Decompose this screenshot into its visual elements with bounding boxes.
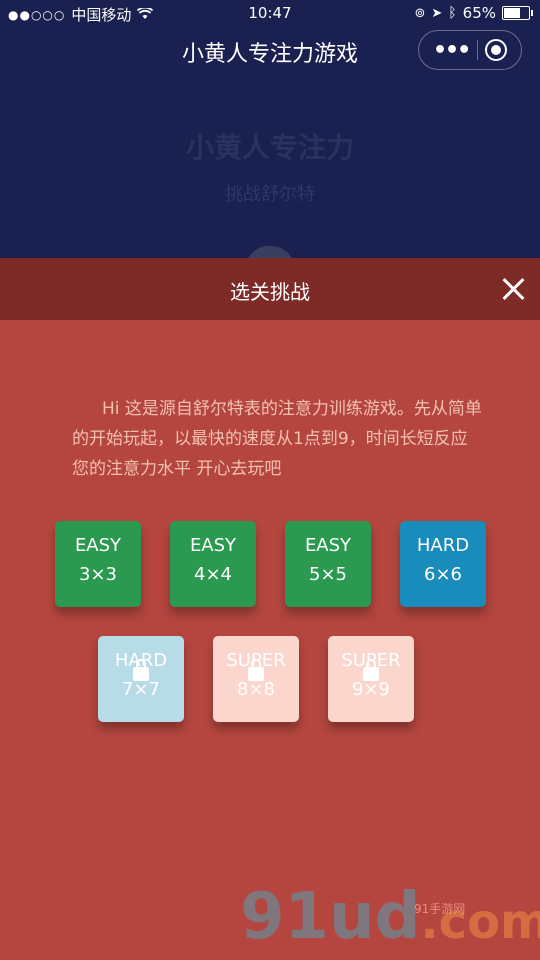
watermark-small-text: 91手游网 [414, 902, 466, 916]
battery-percent: 65% [462, 4, 496, 22]
modal-header: 选关挑战 [0, 258, 540, 320]
rotation-lock-icon: ⊚ [414, 5, 426, 21]
level-tile-super-8x8-locked[interactable]: SUPER 8×8 [213, 636, 299, 722]
lock-icon [133, 659, 149, 681]
battery-icon [502, 6, 533, 20]
watermark-logo: 91ud.com [240, 880, 540, 954]
modal-title: 选关挑战 [230, 280, 310, 304]
lock-icon [363, 659, 379, 681]
more-icon[interactable]: ••• [433, 38, 471, 63]
background-title: 小黄人专注力 [185, 131, 354, 164]
level-tile-easy-3x3[interactable]: EASY 3×3 [55, 521, 141, 607]
background-subtitle: 挑战舒尔特 [225, 184, 315, 205]
miniprogram-capsule: ••• [418, 30, 522, 70]
level-tile-super-9x9-locked[interactable]: SUPER 9×9 [328, 636, 414, 722]
bluetooth-icon: ᛒ [448, 5, 457, 21]
close-miniprogram-icon[interactable] [485, 39, 507, 61]
location-icon: ➤ [431, 5, 443, 21]
status-bar: ●●○○○ 中国移动 10:47 ⊚ ➤ ᛒ 65% [0, 0, 540, 28]
level-tile-easy-4x4[interactable]: EASY 4×4 [170, 521, 256, 607]
close-icon[interactable] [500, 276, 526, 302]
modal-description: Hi 这是源自舒尔特表的注意力训练游戏。先从简单的开始玩起，以最快的速度从1点到… [72, 399, 482, 479]
page-background-top: ●●○○○ 中国移动 10:47 ⊚ ➤ ᛒ 65% 小黄人专注力游戏 ••• … [0, 0, 540, 270]
level-tile-hard-7x7-locked[interactable]: HARD 7×7 [98, 636, 184, 722]
lock-icon [248, 659, 264, 681]
level-tile-hard-6x6[interactable]: HARD 6×6 [400, 521, 486, 607]
capsule-divider [476, 40, 478, 60]
level-tile-easy-5x5[interactable]: EASY 5×5 [285, 521, 371, 607]
